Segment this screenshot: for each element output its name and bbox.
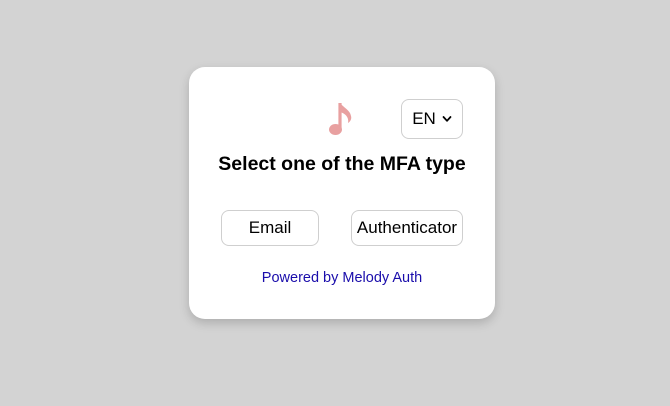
mfa-card: EN Select one of the MFA type Email Auth…	[189, 67, 495, 319]
email-mfa-button[interactable]: Email	[221, 210, 319, 246]
language-select-value: EN	[412, 109, 436, 128]
authenticator-mfa-button[interactable]: Authenticator	[351, 210, 463, 246]
language-select[interactable]: EN	[401, 99, 463, 139]
powered-by-link[interactable]: Powered by Melody Auth	[189, 270, 495, 286]
music-note-icon	[329, 103, 352, 135]
chevron-down-icon	[442, 116, 452, 122]
page-title: Select one of the MFA type	[218, 153, 466, 175]
